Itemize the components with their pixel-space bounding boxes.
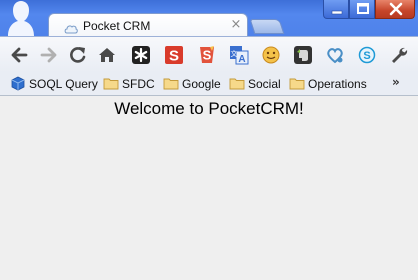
bookmark-label: Operations	[308, 77, 367, 91]
cube-icon	[10, 76, 26, 91]
folder-icon	[289, 76, 305, 91]
tab-close-icon[interactable]: ×	[229, 17, 243, 33]
maximize-icon	[357, 3, 369, 14]
minimize-icon	[331, 10, 343, 15]
elephant-icon	[294, 46, 312, 64]
s-red-icon: S	[165, 46, 183, 65]
skype-icon: S	[358, 46, 376, 64]
maximize-button[interactable]	[349, 0, 375, 19]
evernote-extension-button[interactable]	[293, 45, 313, 65]
page-content: Welcome to PocketCRM!	[0, 97, 418, 280]
tab-pocket-crm[interactable]: Pocket CRM ×	[48, 13, 248, 36]
cloud-icon	[64, 20, 78, 34]
bookmarks-bar: SOQL Query SFDC Google Social Operations…	[0, 72, 418, 96]
translate-icon: A 文	[230, 46, 249, 65]
svg-text:S: S	[169, 48, 179, 65]
s-red-extension-button[interactable]: S	[164, 45, 184, 65]
s-lightning-icon: S	[200, 46, 214, 63]
bookmark-label: SOQL Query	[29, 77, 98, 91]
smiley-extension-button[interactable]	[261, 45, 281, 65]
svg-text:S: S	[203, 48, 212, 63]
wrench-menu-button[interactable]	[389, 45, 409, 65]
svg-text:文: 文	[231, 49, 238, 58]
folder-icon	[163, 76, 179, 91]
folder-icon	[103, 76, 119, 91]
close-window-icon	[389, 2, 403, 16]
page-title: Welcome to PocketCRM!	[114, 99, 304, 118]
tab-title: Pocket CRM	[83, 19, 151, 33]
profile-avatar-icon[interactable]	[4, 0, 38, 36]
heart-extension-button[interactable]	[325, 45, 345, 65]
new-tab-button[interactable]	[249, 19, 285, 34]
home-icon	[99, 48, 115, 62]
svg-text:S: S	[363, 50, 370, 62]
bookmark-label: Social	[248, 77, 281, 91]
heart-icon	[327, 48, 343, 64]
smiley-icon	[262, 46, 280, 64]
s-lightning-extension-button[interactable]: S	[197, 45, 217, 65]
asterisk-icon	[132, 46, 150, 64]
arrow-left-icon	[11, 47, 28, 63]
minimize-button[interactable]	[323, 0, 349, 19]
wrench-icon	[392, 47, 408, 63]
home-button[interactable]	[97, 45, 117, 65]
browser-toolbar: S S A 文 S	[0, 36, 418, 72]
folder-icon	[229, 76, 245, 91]
svg-text:A: A	[238, 54, 245, 65]
reload-button[interactable]	[68, 45, 88, 65]
translate-extension-button[interactable]: A 文	[229, 45, 249, 65]
forward-button[interactable]	[39, 45, 59, 65]
reload-icon	[70, 47, 86, 63]
title-bar: Pocket CRM ×	[0, 0, 418, 36]
bookmark-label: SFDC	[122, 77, 155, 91]
arrow-right-icon	[40, 47, 57, 63]
close-window-button[interactable]	[375, 0, 415, 19]
skype-extension-button[interactable]: S	[357, 45, 377, 65]
bookmarks-overflow-chevron-icon[interactable]: »	[392, 75, 406, 89]
asterisk-extension-button[interactable]	[131, 45, 151, 65]
bookmark-label: Google	[182, 77, 221, 91]
back-button[interactable]	[9, 45, 29, 65]
